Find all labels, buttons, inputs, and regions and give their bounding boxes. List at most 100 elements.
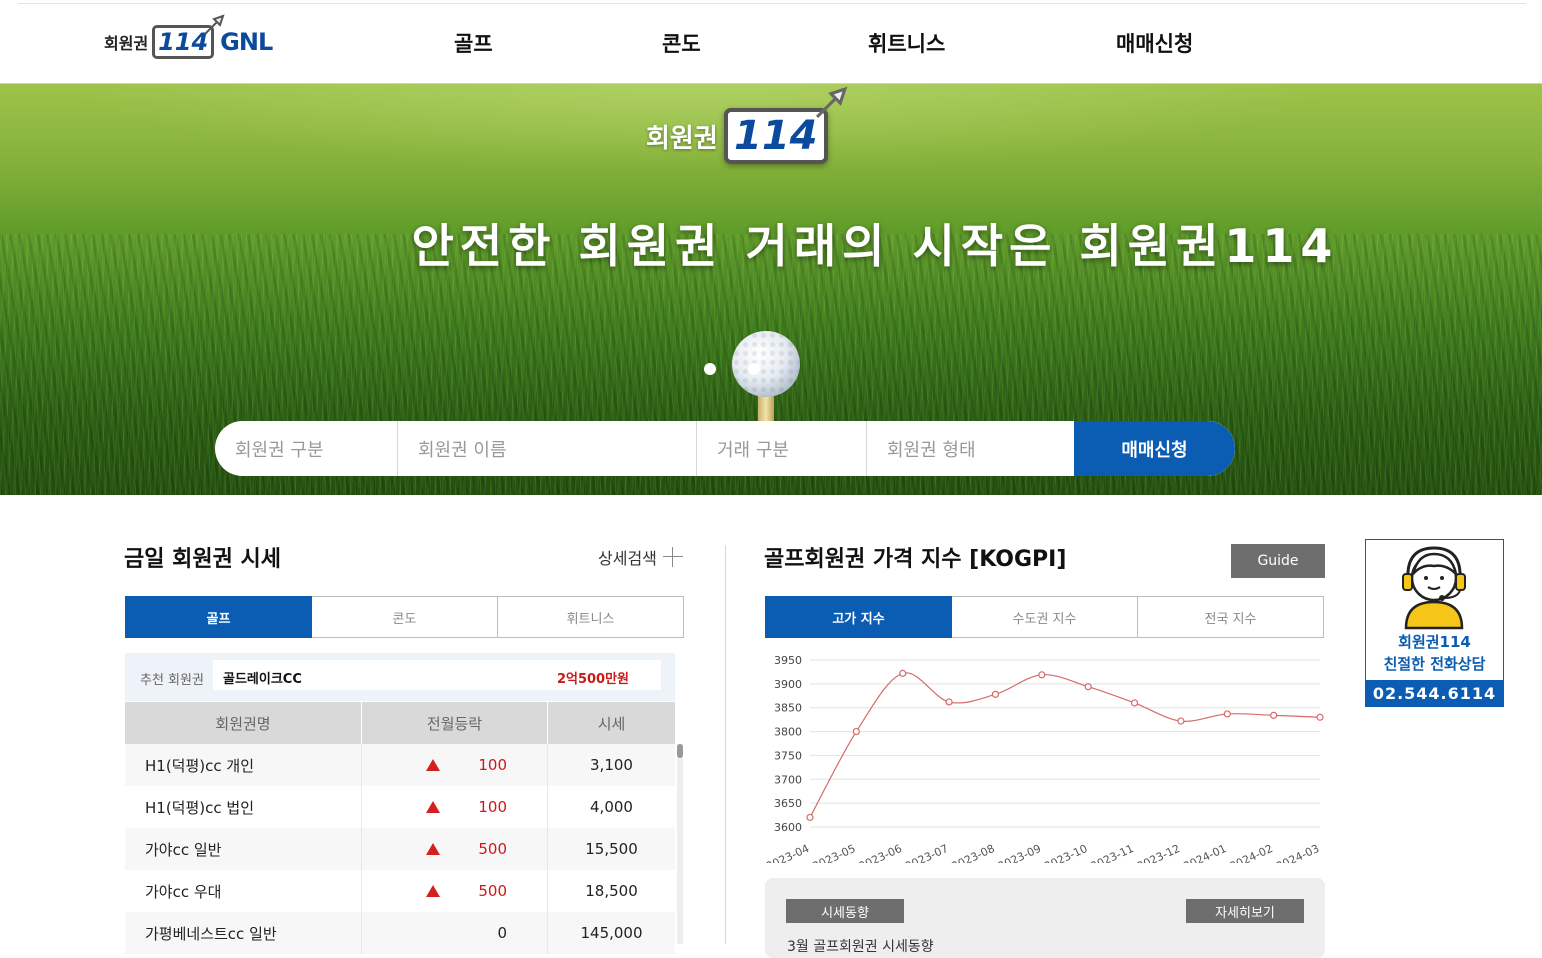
- hero-title: 안전한 회원권 거래의 시작은 회원권114: [0, 210, 1500, 276]
- table-row[interactable]: 가야cc 우대 500 18,500: [125, 870, 675, 912]
- hero-banner: 회원권 114 안전한 회원권 거래의 시작은 회원권114 회원권 구분 회원…: [0, 84, 1542, 495]
- x-tick-label: 2023-07: [903, 842, 950, 863]
- data-point: [1084, 683, 1092, 691]
- price-trend-panel: 시세동향 자세히보기 3월 골프회원권 시세동향: [765, 878, 1325, 958]
- x-tick-label: 2024-02: [1228, 842, 1275, 863]
- nav-golf[interactable]: 골프: [454, 28, 493, 58]
- table-scrollbar[interactable]: [677, 744, 683, 944]
- tab-premium-index[interactable]: 고가 지수: [765, 596, 952, 638]
- table-body: H1(덕평)cc 개인 100 3,100 H1(덕평)cc 법인 100 4,…: [125, 744, 675, 954]
- hero-logo-arrow-icon: [815, 86, 848, 119]
- row-change: 500: [362, 870, 548, 912]
- tab-national-index[interactable]: 전국 지수: [1138, 596, 1324, 638]
- table-row[interactable]: H1(덕평)cc 개인 100 3,100: [125, 744, 675, 786]
- kogpi-line-chart: 360036503700375038003850390039502023-04 2…: [765, 654, 1324, 863]
- table-row[interactable]: 가야cc 일반 500 15,500: [125, 828, 675, 870]
- logo-arrow-icon: [204, 14, 225, 35]
- row-name: H1(덕평)cc 개인: [125, 744, 362, 786]
- table-row[interactable]: 가평베네스트cc 일반 0 145,000: [125, 912, 675, 954]
- slide-dot-2[interactable]: [748, 363, 760, 375]
- row-price: 145,000: [580, 924, 643, 942]
- site-logo[interactable]: 회원권 114 GNL: [104, 14, 273, 64]
- hero-logo: 회원권 114: [646, 86, 848, 164]
- data-point: [806, 813, 814, 822]
- row-change-value: 100: [478, 798, 507, 816]
- data-point: [899, 669, 907, 677]
- trend-headline[interactable]: 3월 골프회원권 시세동향: [787, 936, 934, 956]
- row-price: 3,100: [590, 756, 633, 774]
- trade-type-select[interactable]: 거래 구분: [697, 421, 867, 476]
- logo-114-box: 114: [152, 14, 225, 59]
- data-point: [1316, 713, 1324, 721]
- x-tick-label: 2023-12: [1135, 842, 1182, 863]
- y-tick-label: 3800: [774, 726, 802, 739]
- site-header: 회원권 114 GNL 골프 콘도 휘트니스 매매신청: [0, 0, 1542, 84]
- row-price: 15,500: [585, 840, 638, 858]
- detail-search-link[interactable]: 상세검색: [598, 545, 683, 569]
- x-tick-label: 2023-10: [1042, 842, 1089, 863]
- nav-trade-request[interactable]: 매매신청: [1116, 28, 1193, 58]
- data-point: [1270, 711, 1278, 719]
- hero-logo-box: 114: [723, 86, 848, 164]
- recommend-price: 2억500만원: [556, 672, 629, 687]
- series-line: [809, 672, 1321, 818]
- more-details-button[interactable]: 자세히보기: [1186, 899, 1304, 923]
- tab-fitness[interactable]: 휘트니스: [498, 596, 684, 638]
- data-point: [1130, 699, 1139, 707]
- y-tick-label: 3950: [774, 654, 802, 667]
- trend-tag: 시세동향: [786, 899, 904, 923]
- row-change-value: 500: [478, 882, 507, 900]
- y-tick-label: 3650: [774, 797, 802, 810]
- recommend-box[interactable]: 골드레이크CC 2억500만원: [213, 660, 661, 690]
- col-change-header: 전월등락: [362, 702, 548, 744]
- trade-request-button[interactable]: 매매신청: [1074, 421, 1235, 476]
- up-arrow-icon: [426, 843, 441, 855]
- logo-prefix: 회원권: [104, 34, 149, 53]
- table-row[interactable]: H1(덕평)cc 법인 100 4,000: [125, 786, 675, 828]
- consult-phone: 02.544.6114: [1366, 680, 1503, 707]
- top-divider: [18, 3, 1526, 4]
- membership-name-input[interactable]: 회원권 이름: [398, 421, 697, 476]
- data-point: [1177, 717, 1185, 725]
- recommend-label: 추천 회원권: [140, 673, 204, 688]
- up-arrow-icon: [426, 801, 441, 813]
- row-name: 가야cc 우대: [125, 870, 362, 912]
- consult-line1: 회원권114: [1398, 633, 1471, 651]
- row-name: 가야cc 일반: [125, 828, 362, 870]
- y-tick-label: 3600: [774, 821, 802, 834]
- data-point: [852, 727, 860, 736]
- nav-fitness[interactable]: 휘트니스: [868, 28, 945, 58]
- x-tick-label: 2023-09: [996, 842, 1043, 863]
- consult-line2: 친절한 전화상담: [1383, 655, 1486, 673]
- data-point: [1223, 710, 1231, 718]
- guide-button[interactable]: Guide: [1231, 544, 1325, 578]
- up-arrow-icon: [426, 885, 441, 897]
- data-point: [945, 698, 953, 706]
- x-tick-label: 2023-08: [950, 842, 997, 863]
- tab-golf[interactable]: 골프: [125, 596, 312, 638]
- up-arrow-icon: [426, 759, 441, 771]
- index-tabs: 고가 지수 수도권 지수 전국 지수: [765, 596, 1324, 638]
- recommend-name: 골드레이크CC: [223, 672, 302, 687]
- today-price-title: 금일 회원권 시세: [124, 547, 281, 572]
- left-tabs: 골프 콘도 휘트니스: [125, 596, 684, 638]
- slide-dot-1[interactable]: [704, 363, 716, 375]
- row-change: 100: [362, 786, 548, 828]
- y-tick-label: 3900: [774, 678, 802, 691]
- nav-condo[interactable]: 콘도: [662, 28, 701, 58]
- table-scroll-thumb[interactable]: [677, 744, 683, 758]
- table-header: 회원권명 전월등락 시세: [125, 702, 675, 744]
- data-point: [991, 690, 1000, 698]
- y-tick-label: 3700: [774, 773, 802, 786]
- x-tick-label: 2023-06: [857, 842, 904, 863]
- row-change-value: 500: [478, 840, 507, 858]
- x-tick-label: 2024-03: [1274, 842, 1321, 863]
- membership-category-select[interactable]: 회원권 구분: [215, 421, 398, 476]
- data-point: [1038, 671, 1046, 679]
- recommended-membership: 추천 회원권 골드레이크CC 2억500만원: [125, 653, 675, 701]
- membership-type-select[interactable]: 회원권 형태: [867, 421, 1074, 476]
- tab-condo[interactable]: 콘도: [312, 596, 498, 638]
- tab-capital-index[interactable]: 수도권 지수: [952, 596, 1138, 638]
- row-change: 100: [362, 744, 548, 786]
- phone-consult-banner[interactable]: 회원권114 친절한 전화상담 02.544.6114: [1365, 539, 1504, 707]
